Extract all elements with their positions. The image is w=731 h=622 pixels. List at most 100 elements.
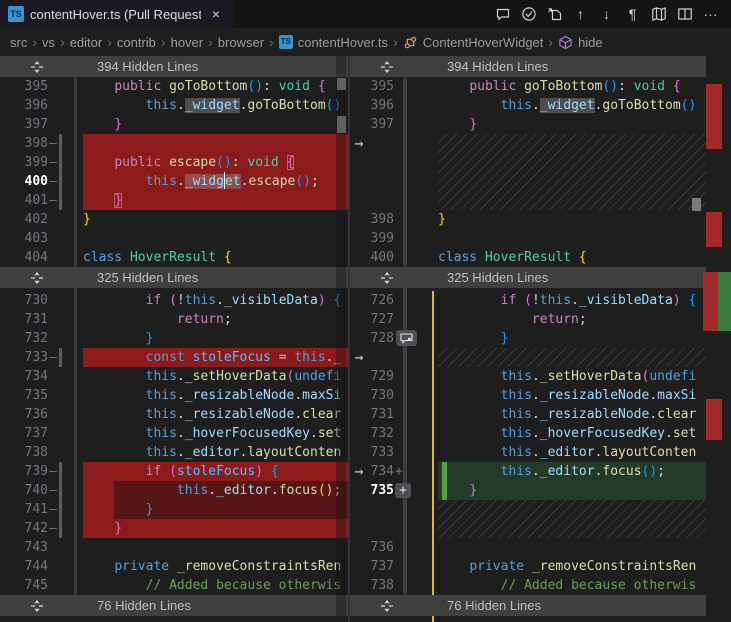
hidden-lines-bar[interactable]: 76 Hidden Lines	[0, 595, 348, 616]
code-line[interactable]: this._widget.goToBottom()	[83, 96, 348, 115]
left-pane-scrollbar[interactable]	[336, 56, 346, 616]
tab-contenthover[interactable]: TS contentHover.ts (Pull Request) ×	[0, 0, 233, 28]
code-line[interactable]: public escape(): void {	[83, 153, 348, 172]
code-line[interactable]: this._resizableNode.maxSi	[438, 386, 731, 405]
code-line[interactable]: this._hoverFocusedKey.set	[438, 424, 731, 443]
line-number[interactable]: 395	[0, 77, 48, 96]
code-line[interactable]: this._editor.focus();	[438, 462, 731, 481]
code-line[interactable]: this._editor.focus();	[83, 481, 348, 500]
unfold-icon[interactable]	[30, 271, 44, 285]
code-line[interactable]: }	[438, 210, 731, 229]
code-line[interactable]: public goToBottom(): void {	[83, 77, 348, 96]
map-icon[interactable]	[648, 4, 669, 25]
unfold-icon[interactable]	[380, 60, 394, 74]
code-line[interactable]: const stoleFocus = this._	[83, 348, 348, 367]
code-line[interactable]: this._setHoverData(undefi	[438, 367, 731, 386]
line-number[interactable]: 736	[0, 405, 48, 424]
code-line[interactable]: }	[83, 210, 348, 229]
line-number[interactable]: 733	[350, 443, 394, 462]
code-line[interactable]: this._editor.layoutConten	[438, 443, 731, 462]
line-number[interactable]: 738	[0, 443, 48, 462]
line-number[interactable]: 402	[0, 210, 48, 229]
line-number[interactable]: 403	[0, 229, 48, 248]
arrow-up-icon[interactable]: ↑	[570, 4, 591, 25]
line-number[interactable]: 732	[350, 424, 394, 443]
code-line[interactable]: // Added because otherwis	[438, 576, 731, 595]
line-number[interactable]: 740	[0, 481, 48, 500]
code-line[interactable]	[438, 229, 731, 248]
line-number[interactable]: 742	[0, 519, 48, 538]
code-line[interactable]: this._setHoverData(undefi	[83, 367, 348, 386]
breadcrumb-item-contenthover-ts[interactable]: TScontentHover.ts	[279, 35, 388, 50]
more-actions-icon[interactable]: ···	[700, 4, 721, 25]
line-number[interactable]: 399	[0, 153, 48, 172]
code-line[interactable]: this._editor.layoutConten	[83, 443, 348, 462]
line-number[interactable]: 733	[0, 348, 48, 367]
line-number[interactable]: 400	[350, 248, 394, 267]
code-line[interactable]: }	[438, 115, 731, 134]
line-number[interactable]: 396	[350, 96, 394, 115]
line-number[interactable]: 404	[0, 248, 48, 267]
pane-sash[interactable]	[348, 56, 350, 622]
line-number[interactable]: 726	[350, 291, 394, 310]
line-number[interactable]: 728	[350, 329, 394, 348]
revert-change-arrow-icon[interactable]: →	[351, 134, 367, 153]
add-comment-icon[interactable]: +	[395, 483, 411, 498]
line-number[interactable]: 730	[350, 386, 394, 405]
code-line[interactable]: this._resizableNode.clear	[83, 405, 348, 424]
code-line[interactable]: return;	[83, 310, 348, 329]
pilcrow-icon[interactable]: ¶	[622, 4, 643, 25]
code-line[interactable]	[83, 229, 348, 248]
code-line[interactable]	[438, 348, 731, 367]
line-number[interactable]: 729	[350, 367, 394, 386]
breadcrumb-item-vs[interactable]: vs	[42, 35, 55, 50]
code-line[interactable]	[438, 500, 731, 538]
unfold-icon[interactable]	[380, 599, 394, 613]
line-number[interactable]: 395	[350, 77, 394, 96]
line-number[interactable]: 401	[0, 191, 48, 210]
line-number[interactable]: 731	[350, 405, 394, 424]
unfold-icon[interactable]	[30, 60, 44, 74]
breadcrumb-item-hide[interactable]: hide	[558, 35, 603, 50]
line-number[interactable]: 399	[350, 229, 394, 248]
code-line[interactable]: private _removeConstraintsRen	[83, 557, 348, 576]
line-number[interactable]: 398	[350, 210, 394, 229]
breadcrumb-item-hover[interactable]: hover	[171, 35, 204, 50]
code-line[interactable]: return;	[438, 310, 731, 329]
comment-icon[interactable]	[396, 330, 417, 346]
hidden-lines-bar[interactable]: 325 Hidden Lines	[350, 267, 731, 288]
code-line[interactable]: this._resizableNode.clear	[438, 405, 731, 424]
code-line[interactable]	[83, 538, 348, 557]
code-line[interactable]: this._resizableNode.maxSi	[83, 386, 348, 405]
code-line[interactable]: class HoverResult {	[83, 248, 348, 267]
hidden-lines-bar[interactable]: 325 Hidden Lines	[0, 267, 348, 288]
unfold-icon[interactable]	[30, 599, 44, 613]
line-number[interactable]: 727	[350, 310, 394, 329]
breadcrumb-item-contenthoverwidget[interactable]: ContentHoverWidget	[403, 35, 544, 50]
code-line[interactable]: class HoverResult {	[438, 248, 731, 267]
line-number[interactable]: 739	[0, 462, 48, 481]
line-number[interactable]: 397	[350, 115, 394, 134]
line-number[interactable]: 737	[0, 424, 48, 443]
code-line[interactable]: }	[83, 191, 348, 210]
line-number[interactable]: 397	[0, 115, 48, 134]
line-number[interactable]: 736	[350, 538, 394, 557]
line-number[interactable]: 741	[0, 500, 48, 519]
line-number[interactable]: 732	[0, 329, 48, 348]
code-line[interactable]: // Added because otherwis	[83, 576, 348, 595]
close-icon[interactable]: ×	[207, 6, 225, 22]
line-number[interactable]: 398	[0, 134, 48, 153]
breadcrumb-item-editor[interactable]: editor	[70, 35, 103, 50]
code-line[interactable]: if (stoleFocus) {	[83, 462, 348, 481]
breadcrumb-item-browser[interactable]: browser	[218, 35, 264, 50]
unfold-icon[interactable]	[380, 271, 394, 285]
code-line[interactable]: }	[438, 481, 731, 500]
split-editor-icon[interactable]	[674, 4, 695, 25]
code-line[interactable]: this._widget.goToBottom()	[438, 96, 731, 115]
check-circle-icon[interactable]	[518, 4, 539, 25]
breadcrumb-item-src[interactable]: src	[10, 35, 27, 50]
line-number[interactable]: 745	[0, 576, 48, 595]
revert-change-arrow-icon[interactable]: →	[351, 348, 367, 367]
comment-icon[interactable]	[492, 4, 513, 25]
hidden-lines-bar[interactable]: 76 Hidden Lines	[350, 595, 731, 616]
